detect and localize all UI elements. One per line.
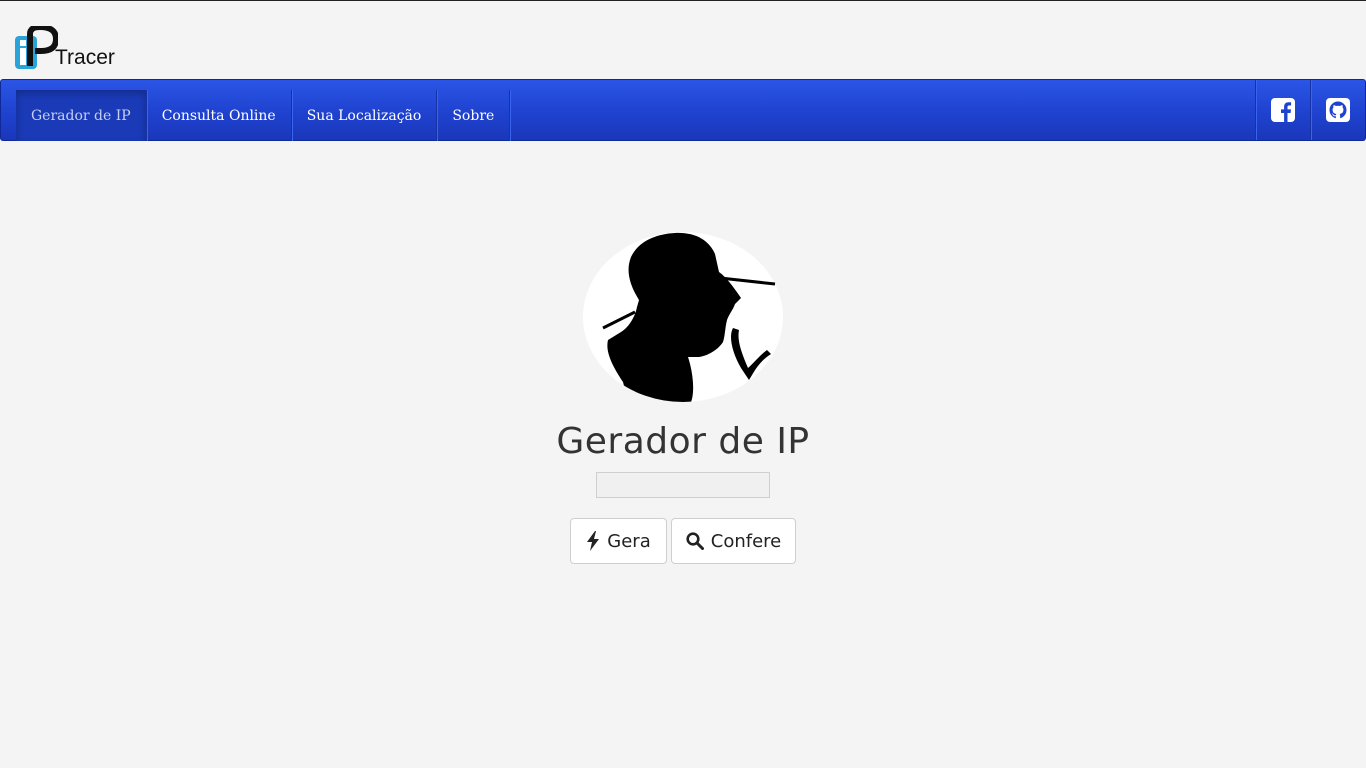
check-button-label: Confere — [710, 530, 782, 552]
generate-button-label: Gera — [607, 530, 651, 552]
ip-address-field[interactable] — [596, 472, 770, 498]
navbar: Gerador de IP Consulta Online Sua Locali… — [0, 79, 1366, 141]
nav-item-sobre[interactable]: Sobre — [437, 90, 511, 141]
nav-menu: Gerador de IP Consulta Online Sua Locali… — [16, 90, 511, 141]
github-icon — [1326, 98, 1350, 122]
search-icon — [686, 532, 704, 550]
social-links — [1255, 80, 1365, 140]
logo[interactable]: Tracer — [14, 26, 124, 72]
detective-silhouette-icon — [583, 232, 783, 402]
logo-text: Tracer — [55, 46, 115, 69]
nav-item-sua-localizacao[interactable]: Sua Localização — [292, 90, 438, 141]
github-link[interactable] — [1310, 80, 1365, 140]
facebook-link[interactable] — [1255, 80, 1310, 140]
bolt-icon — [587, 531, 600, 551]
nav-item-gerador-de-ip[interactable]: Gerador de IP — [16, 90, 147, 141]
page-title: Gerador de IP — [556, 421, 810, 462]
check-button[interactable]: Confere — [671, 518, 796, 564]
generate-button[interactable]: Gera — [570, 518, 667, 564]
ip-logo-icon — [15, 26, 58, 69]
facebook-icon — [1271, 98, 1295, 122]
nav-item-consulta-online[interactable]: Consulta Online — [147, 90, 292, 141]
